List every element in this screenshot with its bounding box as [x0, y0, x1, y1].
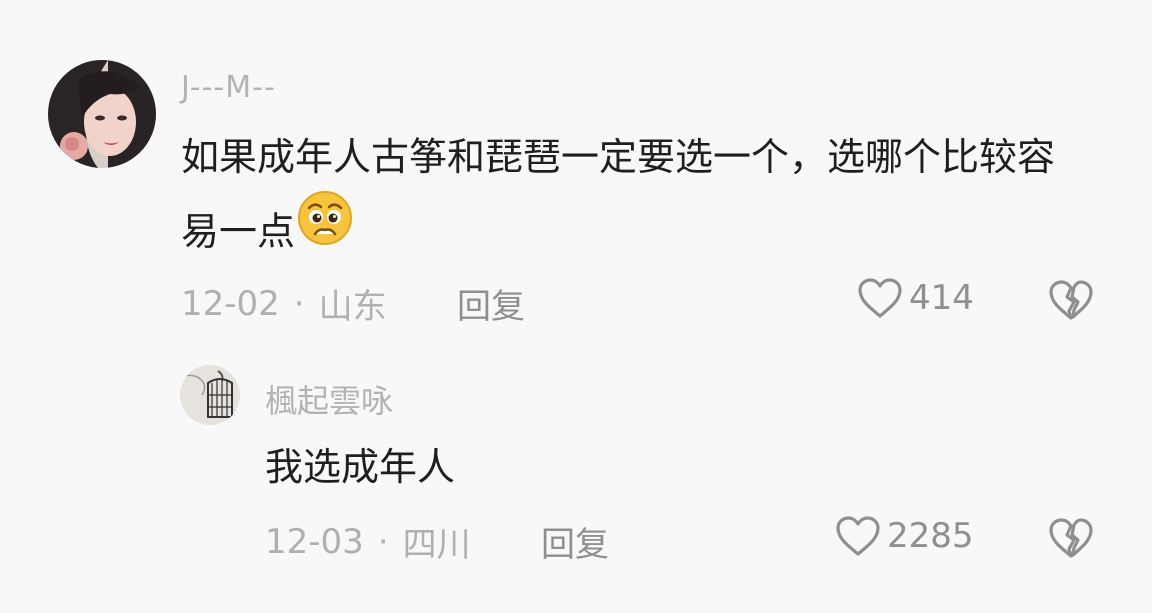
comment-text: 我选成年人	[265, 430, 1065, 504]
broken-heart-icon	[1048, 279, 1094, 321]
like-button[interactable]: 2285	[835, 515, 974, 557]
comment-username[interactable]: 楓起雲咏	[265, 376, 393, 422]
meta-separator: ·	[377, 521, 389, 562]
like-button[interactable]: 414	[857, 277, 974, 319]
comment-location: 山东	[318, 287, 387, 327]
avatar-image	[48, 60, 156, 168]
comment-text-body: 我选成年人	[265, 445, 456, 489]
comment-date: 12-03	[265, 521, 364, 562]
like-count: 2285	[887, 516, 974, 556]
heart-outline-icon	[857, 277, 903, 319]
dislike-button[interactable]	[1048, 279, 1094, 321]
like-count: 414	[909, 278, 974, 318]
avatar-image	[180, 365, 240, 425]
reply-button[interactable]: 回复	[457, 279, 525, 328]
broken-heart-icon	[1048, 517, 1094, 559]
comment-location: 四川	[402, 525, 471, 565]
avatar[interactable]	[180, 365, 240, 425]
dislike-button[interactable]	[1048, 517, 1094, 559]
avatar[interactable]	[48, 60, 156, 168]
comment-date: 12-02	[181, 283, 280, 324]
comment-meta: 12-03 · 四川	[265, 517, 471, 566]
heart-outline-icon	[835, 515, 881, 557]
meta-separator: ·	[293, 283, 305, 324]
comment-meta: 12-02 · 山东	[181, 279, 387, 328]
comment-thread: J---M-- 如果成年人古筝和琵琶一定要选一个，选哪个比较容易一点 12-02…	[0, 0, 1152, 613]
comment-text: 如果成年人古筝和琵琶一定要选一个，选哪个比较容易一点	[181, 120, 1086, 274]
comment-username[interactable]: J---M--	[181, 70, 276, 105]
reply-button[interactable]: 回复	[541, 517, 609, 566]
pleading-face-emoji-icon	[297, 190, 353, 270]
